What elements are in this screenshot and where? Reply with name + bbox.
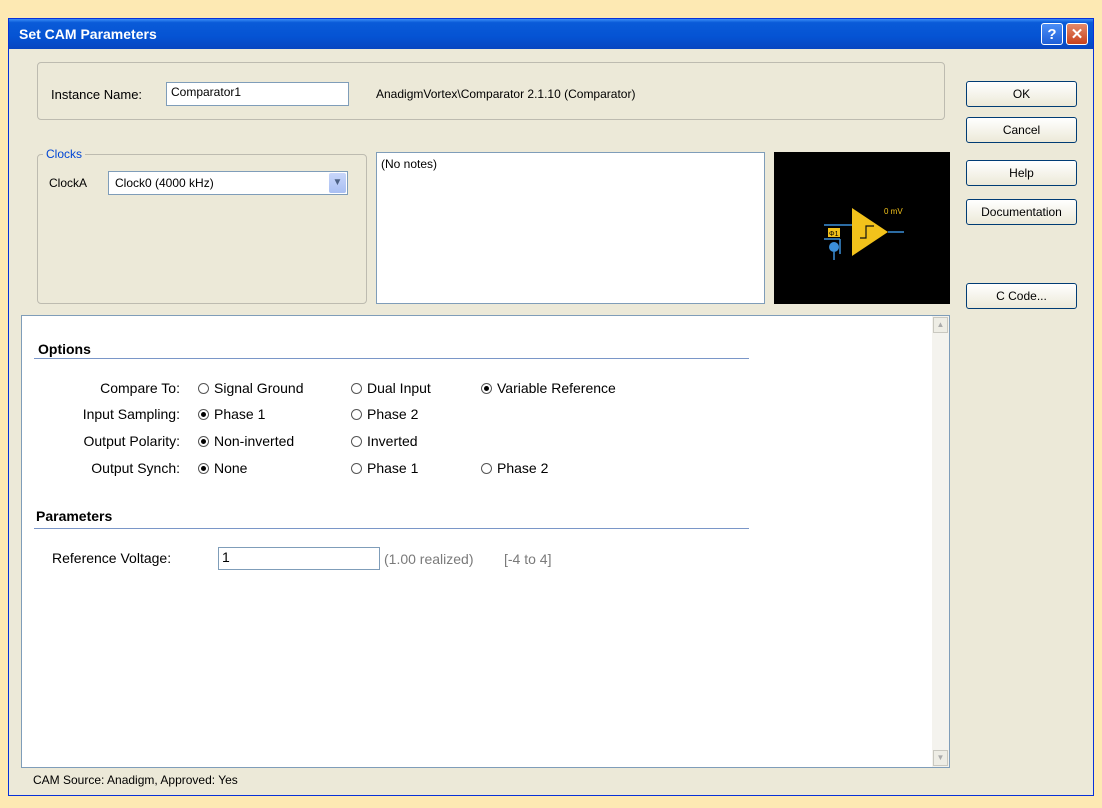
reference-voltage-range: [-4 to 4] [504, 551, 552, 567]
radio-indicator [351, 462, 362, 474]
radio-indicator [198, 408, 209, 420]
reference-voltage-label: Reference Voltage: [52, 550, 172, 566]
radio-label: Non-inverted [214, 433, 295, 449]
options-panel: Options Compare To: Signal Ground Dual I… [21, 315, 950, 768]
input-sampling-label: Input Sampling: [82, 406, 180, 422]
radio-indicator [198, 382, 209, 394]
radio-indicator [351, 382, 362, 394]
status-text: CAM Source: Anadigm, Approved: Yes [33, 773, 238, 787]
notes-textarea[interactable]: (No notes) [376, 152, 765, 304]
radio-indicator [198, 435, 209, 447]
radio-indicator [198, 462, 209, 474]
parameters-title: Parameters [36, 508, 113, 524]
radio-label: Phase 1 [367, 460, 419, 476]
cancel-button[interactable]: Cancel [966, 117, 1077, 143]
radio-dual-input[interactable]: Dual Input [351, 380, 431, 396]
radio-input-phase-2[interactable]: Phase 2 [351, 406, 418, 422]
radio-label: Signal Ground [214, 380, 304, 396]
output-synch-label: Output Synch: [91, 460, 180, 476]
options-divider [34, 358, 749, 359]
clock-a-label: ClockA [49, 176, 88, 190]
radio-label: Dual Input [367, 380, 431, 396]
schematic-mv-label: 0 mV [884, 207, 903, 216]
instance-name-label: Instance Name: [51, 87, 143, 102]
clock-a-value: Clock0 (4000 kHz) [115, 176, 214, 190]
radio-non-inverted[interactable]: Non-inverted [198, 433, 294, 449]
comparator-schematic-icon: 0 mV Φ1 [824, 207, 904, 260]
title-bar: Set CAM Parameters ? ✕ [9, 19, 1093, 49]
scroll-down-icon[interactable]: ▼ [933, 750, 948, 766]
close-button[interactable]: ✕ [1066, 23, 1088, 45]
radio-label: Inverted [367, 433, 418, 449]
options-title: Options [38, 341, 91, 357]
radio-synch-phase-1[interactable]: Phase 1 [351, 460, 418, 476]
parameters-divider [34, 528, 749, 529]
radio-label: Phase 2 [367, 406, 419, 422]
radio-indicator [481, 462, 492, 474]
window-title: Set CAM Parameters [19, 26, 157, 42]
radio-input-phase-1[interactable]: Phase 1 [198, 406, 265, 422]
radio-variable-reference[interactable]: Variable Reference [481, 380, 616, 396]
scroll-up-icon[interactable]: ▲ [933, 317, 948, 333]
radio-synch-phase-2[interactable]: Phase 2 [481, 460, 548, 476]
radio-indicator [481, 382, 492, 394]
help-title-button[interactable]: ? [1041, 23, 1063, 45]
radio-synch-none[interactable]: None [198, 460, 247, 476]
radio-label: Variable Reference [497, 380, 616, 396]
cam-info-text: AnadigmVortex\Comparator 2.1.10 (Compara… [376, 87, 636, 101]
radio-indicator [351, 435, 362, 447]
panel-scrollbar[interactable]: ▲ ▼ [932, 316, 949, 767]
radio-indicator [351, 408, 362, 420]
radio-label: None [214, 460, 248, 476]
clock-a-select[interactable]: Clock0 (4000 kHz) ▼ [108, 171, 348, 195]
reference-voltage-realized: (1.00 realized) [384, 551, 474, 567]
radio-label: Phase 1 [214, 406, 266, 422]
c-code-button[interactable]: C Code... [966, 283, 1077, 309]
radio-signal-ground[interactable]: Signal Ground [198, 380, 304, 396]
output-polarity-label: Output Polarity: [83, 433, 181, 449]
clocks-group-label: Clocks [43, 147, 86, 161]
radio-label: Phase 2 [497, 460, 549, 476]
help-button[interactable]: Help [966, 160, 1077, 186]
dialog-window: Set CAM Parameters ? ✕ Instance Name: Co… [8, 18, 1094, 796]
schematic-phase-label: Φ1 [829, 231, 839, 238]
reference-voltage-input[interactable]: 1 [218, 547, 380, 570]
chevron-down-icon[interactable]: ▼ [329, 173, 346, 193]
radio-inverted[interactable]: Inverted [351, 433, 418, 449]
instance-name-input[interactable]: Comparator1 [166, 82, 349, 106]
ok-button[interactable]: OK [966, 81, 1077, 107]
documentation-button[interactable]: Documentation [966, 199, 1077, 225]
compare-to-label: Compare To: [100, 380, 180, 396]
schematic-preview: 0 mV Φ1 [774, 152, 950, 304]
